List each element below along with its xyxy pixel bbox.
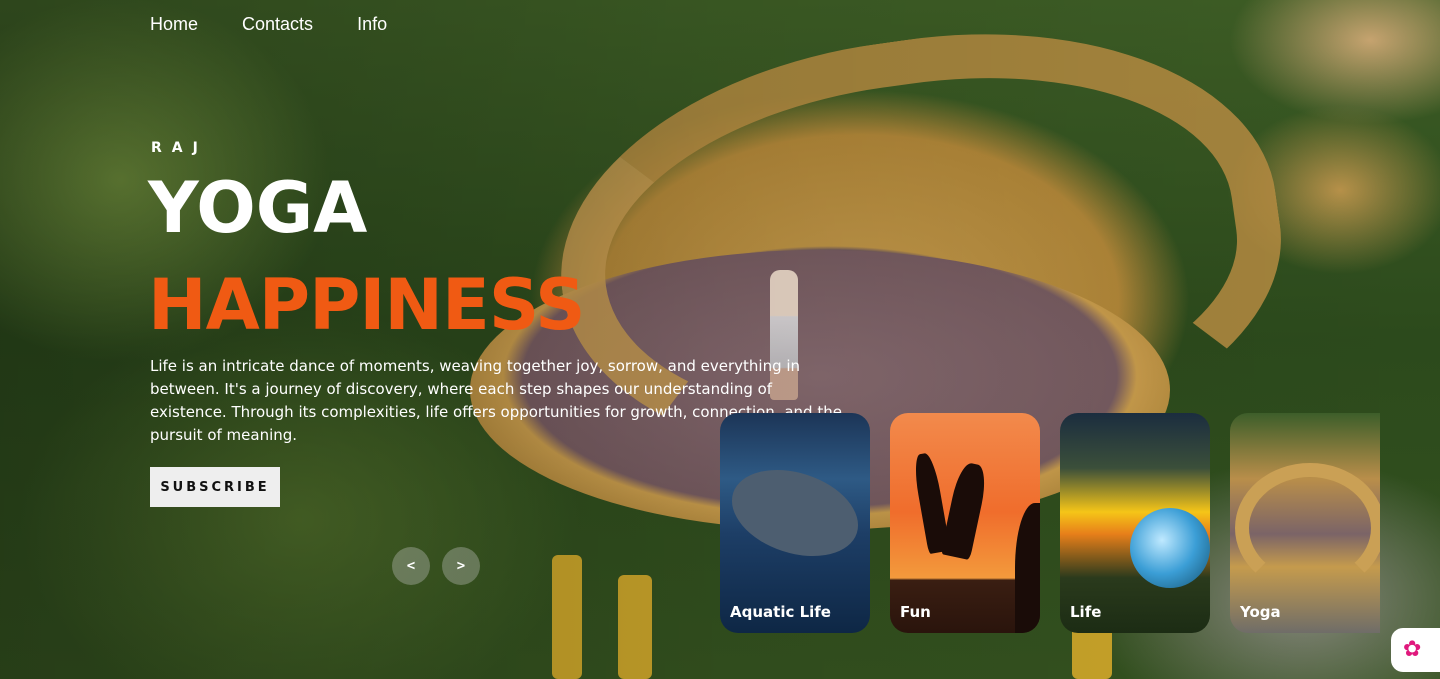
brand-name: RAJ (151, 140, 208, 156)
thumbnail-list: Aquatic Life Fun Life Yoga (720, 413, 1440, 633)
subscribe-button[interactable]: SUBSCRIBE (150, 467, 280, 507)
nav-info[interactable]: Info (357, 14, 387, 35)
thumbnail-yoga[interactable]: Yoga (1230, 413, 1380, 633)
glass-world-image (1130, 508, 1210, 588)
whale-image (720, 454, 870, 572)
next-arrow-button[interactable]: > (442, 547, 480, 585)
nav-home[interactable]: Home (150, 14, 198, 35)
nav-contacts[interactable]: Contacts (242, 14, 313, 35)
hero-topic: HAPPINESS (148, 264, 585, 346)
brain-icon: ✿ (1403, 637, 1422, 662)
nest-image (1235, 463, 1380, 593)
thumbnail-life[interactable]: Life (1060, 413, 1210, 633)
thumbnail-label: Yoga (1240, 603, 1281, 621)
assistant-widget-button[interactable]: ✿ (1391, 628, 1440, 672)
thumbnail-aquatic-life[interactable]: Aquatic Life (720, 413, 870, 633)
rock-silhouette (1015, 503, 1040, 633)
thumbnail-label: Fun (900, 603, 931, 621)
prev-arrow-button[interactable]: < (392, 547, 430, 585)
hero-title: YOGA (148, 167, 368, 249)
thumbnail-label: Aquatic Life (730, 603, 831, 621)
thumbnail-fun[interactable]: Fun (890, 413, 1040, 633)
jumper-silhouette (940, 460, 990, 561)
main-nav: Home Contacts Info (150, 14, 387, 35)
thumbnail-label: Life (1070, 603, 1102, 621)
